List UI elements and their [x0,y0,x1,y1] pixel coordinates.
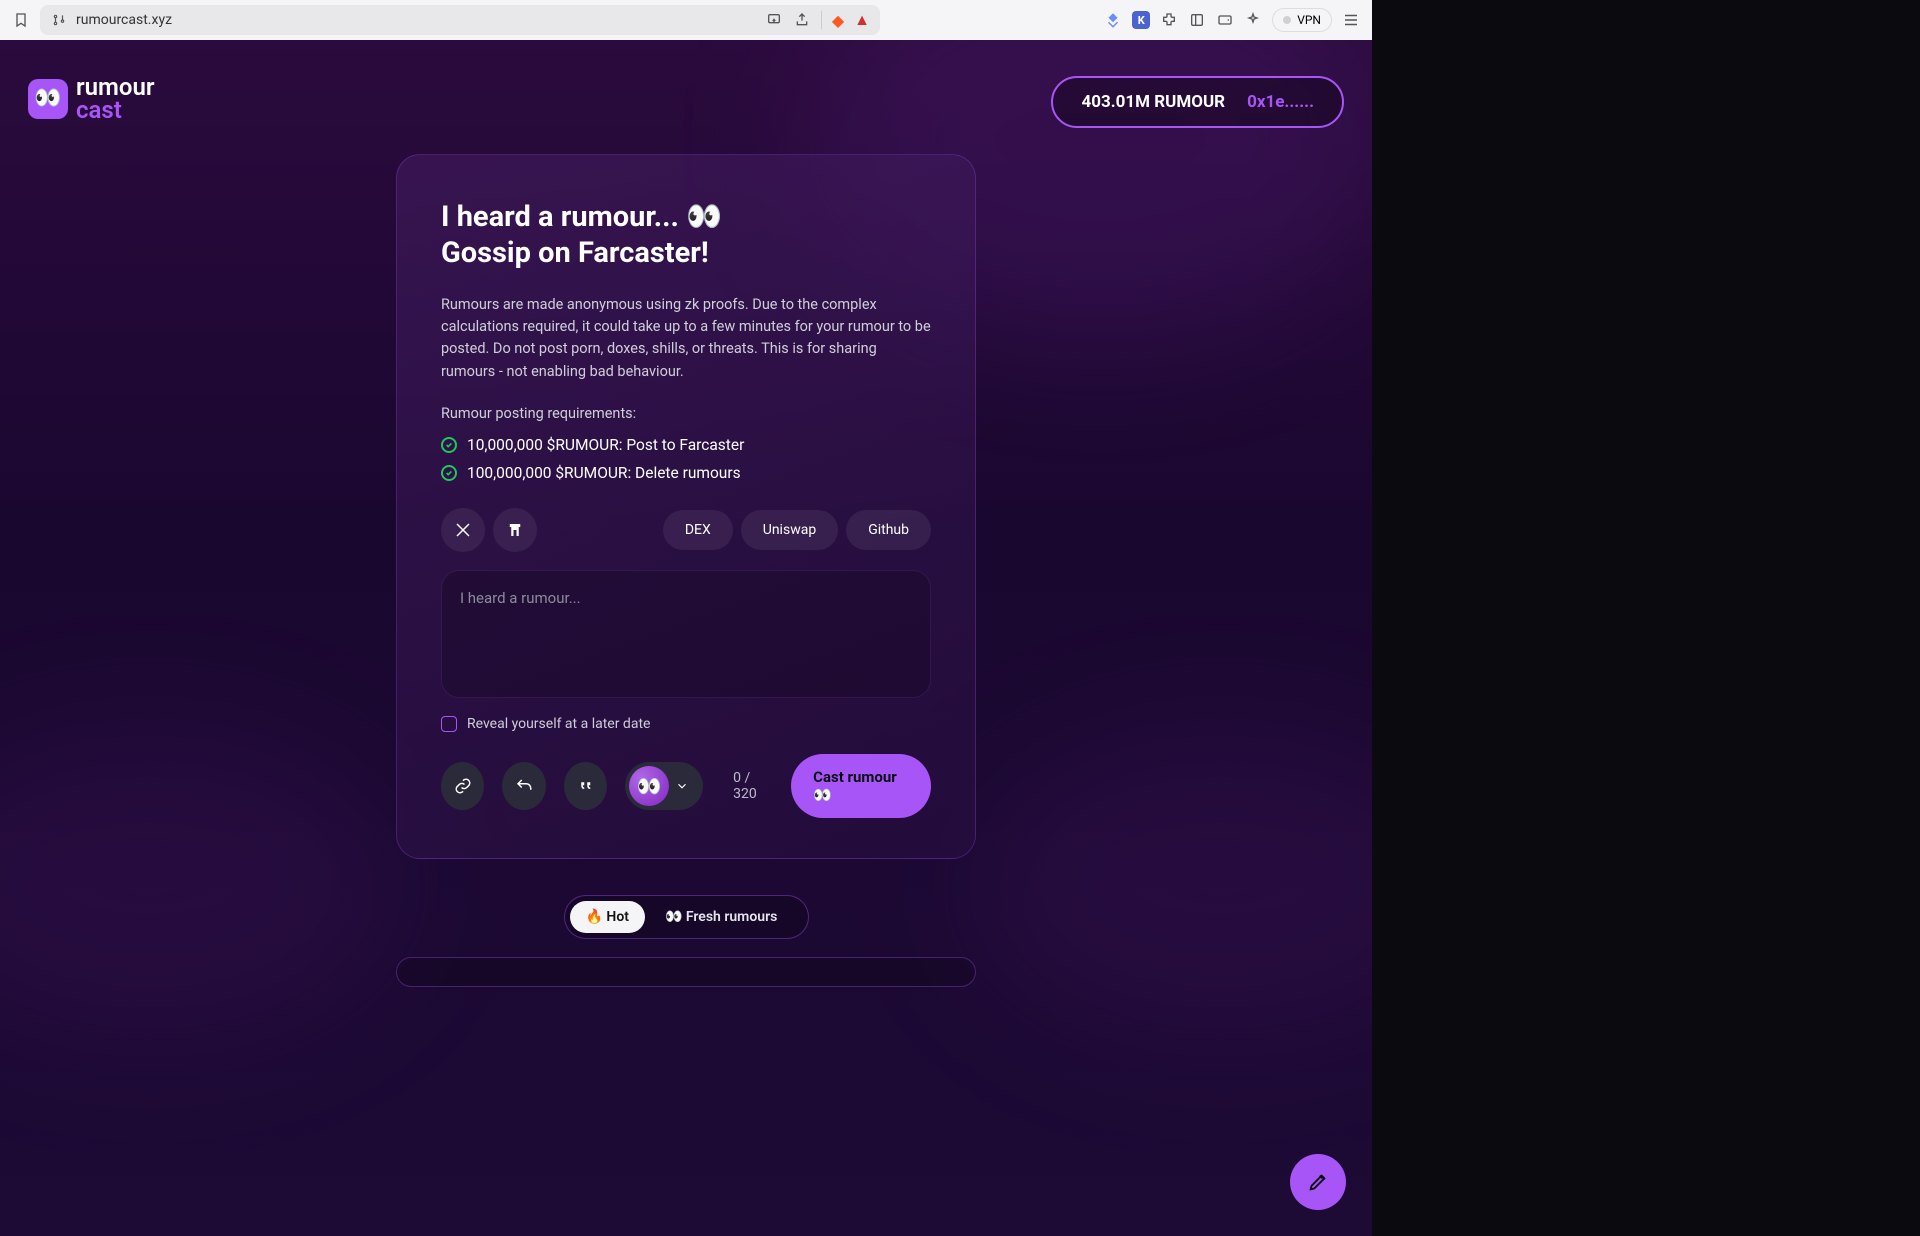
sidebar-toggle-icon[interactable] [1188,11,1206,29]
tab-fresh-rumours[interactable]: 👀 Fresh rumours [649,901,793,933]
char-counter: 0 / 320 [733,770,773,802]
bg-blob [972,736,1372,1036]
share-icon[interactable] [793,11,811,29]
vpn-status-dot [1283,16,1291,24]
wallet-icon[interactable] [1216,11,1234,29]
install-app-icon[interactable] [765,11,783,29]
compose-card: I heard a rumour... 👀 Gossip on Farcaste… [396,154,976,859]
avatar-icon: 👀 [629,766,669,806]
divider [821,11,822,29]
title-line-2: Gossip on Farcaster! [441,236,709,270]
title-line-1: I heard a rumour... 👀 [441,200,722,234]
reply-button[interactable] [502,762,545,810]
extensions-menu-icon[interactable] [1160,11,1178,29]
card-description: Rumours are made anonymous using zk proo… [441,294,931,384]
page-content: 👀 rumour cast 403.01M RUMOUR 0x1e...... … [0,40,1372,1236]
github-link[interactable]: Github [846,510,931,550]
uniswap-link[interactable]: Uniswap [741,510,838,550]
vpn-label: VPN [1297,13,1321,27]
bg-blob [0,736,400,1036]
check-icon [441,437,457,453]
rumour-input[interactable]: I heard a rumour... [441,570,931,698]
vpn-toggle[interactable]: VPN [1272,8,1332,32]
attach-link-button[interactable] [441,762,484,810]
reveal-checkbox[interactable] [441,716,457,732]
main-menu-icon[interactable] [1342,11,1360,29]
requirement-text: 10,000,000 $RUMOUR: Post to Farcaster [467,436,744,454]
x-twitter-link[interactable] [441,508,485,552]
logo[interactable]: 👀 rumour cast [28,76,155,122]
feed-card [396,957,976,987]
requirement-item: 10,000,000 $RUMOUR: Post to Farcaster [441,436,931,454]
wallet-button[interactable]: 403.01M RUMOUR 0x1e...... [1051,76,1344,128]
check-icon [441,465,457,481]
brave-shield-icon[interactable]: ◆ [832,11,844,30]
wallet-address: 0x1e...... [1247,92,1314,112]
site-settings-icon[interactable] [50,11,68,29]
extension-icon-2[interactable]: K [1132,11,1150,29]
identity-selector[interactable]: 👀 [625,762,703,810]
input-placeholder-text: I heard a rumour... [460,589,581,607]
reveal-label: Reveal yourself at a later date [467,716,650,732]
wallet-balance: 403.01M RUMOUR [1081,92,1225,112]
requirements-heading: Rumour posting requirements: [441,405,931,422]
url-bar[interactable]: rumourcast.xyz ◆ ▲ [40,5,880,35]
brave-rewards-icon[interactable]: ▲ [854,10,870,30]
tab-hot[interactable]: 🔥 Hot [570,901,645,933]
logo-text-2: cast [76,99,155,122]
browser-chrome: rumourcast.xyz ◆ ▲ K [0,0,1372,40]
compose-fab[interactable] [1290,1154,1346,1210]
card-title: I heard a rumour... 👀 Gossip on Farcaste… [441,199,931,272]
dex-link[interactable]: DEX [663,510,733,550]
farcaster-link[interactable] [493,508,537,552]
bookmark-icon[interactable] [12,11,30,29]
requirement-text: 100,000,000 $RUMOUR: Delete rumours [467,464,741,482]
extension-icon-1[interactable] [1104,11,1122,29]
requirement-item: 100,000,000 $RUMOUR: Delete rumours [441,464,931,482]
chevron-down-icon [675,779,689,793]
cast-rumour-button[interactable]: Cast rumour 👀 [791,754,931,818]
feed-tabs: 🔥 Hot 👀 Fresh rumours [564,895,809,939]
quote-button[interactable] [564,762,607,810]
ai-sparkle-icon[interactable] [1244,11,1262,29]
logo-icon: 👀 [28,79,68,119]
url-text: rumourcast.xyz [76,12,757,28]
